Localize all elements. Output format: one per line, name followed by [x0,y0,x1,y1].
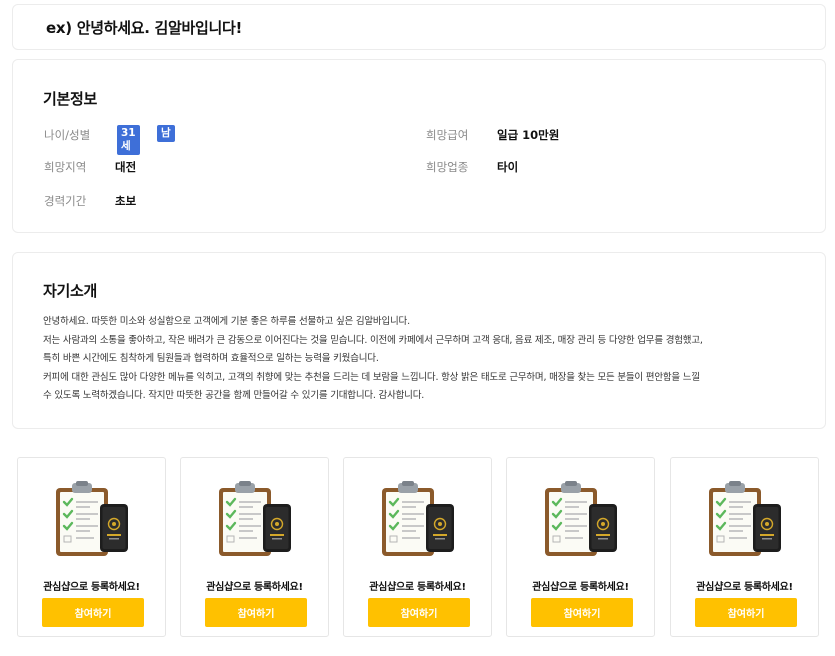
self-intro-line: 특히 바쁜 시간에도 침착하게 팀원들과 협력하며 효율적으로 일하는 능력을 … [43,353,379,364]
age-gender-label: 나이/성별 [44,128,91,142]
self-intro-line: 커피에 대한 관심도 많아 다양한 메뉴를 익히고, 고객의 취향에 맞는 추천… [43,371,700,383]
self-intro-line: 저는 사람과의 소통을 좋아하고, 작은 배려가 큰 감동으로 이어진다는 것을… [43,334,703,346]
promo-text: 관심샵으로 등록하세요! [532,582,629,593]
clipboard-checklist-phone-icon [709,481,781,556]
desired-region-label: 희망지역 [44,160,87,174]
promo-card: 관심샵으로 등록하세요! 참여하기 [670,457,819,637]
desired-pay-value: 일급 10만원 [497,128,560,142]
desired-pay-label: 희망급여 [426,128,469,142]
desired-region-value: 대전 [115,160,137,174]
clipboard-checklist-phone-icon [382,481,454,556]
promo-text: 관심샵으로 등록하세요! [43,582,140,593]
clipboard-checklist-phone-icon [56,481,128,556]
self-intro-title: 자기소개 [43,282,98,300]
headline-card: ex) 안녕하세요. 김알바입니다! [12,4,826,50]
join-button[interactable]: 참여하기 [205,598,307,627]
promo-card: 관심샵으로 등록하세요! 참여하기 [506,457,655,637]
self-intro-line: 수 있도록 노력하겠습니다. 작지만 따뜻한 공간을 함께 만들어갈 수 있기를… [43,390,425,401]
self-intro-body: 안녕하세요. 따뜻한 미소와 성실함으로 고객에게 기분 좋은 하루를 선물하고… [43,313,803,406]
age-badge: 31세 [117,125,140,155]
self-intro-line: 안녕하세요. 따뜻한 미소와 성실함으로 고객에게 기분 좋은 하루를 선물하고… [43,316,410,327]
promo-text: 관심샵으로 등록하세요! [369,582,466,593]
clipboard-checklist-phone-icon [545,481,617,556]
promo-text: 관심샵으로 등록하세요! [206,582,303,593]
join-button[interactable]: 참여하기 [368,598,470,627]
gender-badge: 남 [157,125,175,142]
experience-label: 경력기간 [44,194,87,208]
desired-job-label: 희망업종 [426,160,469,174]
promo-card: 관심샵으로 등록하세요! 참여하기 [343,457,492,637]
promo-card: 관심샵으로 등록하세요! 참여하기 [17,457,166,637]
join-button[interactable]: 참여하기 [695,598,797,627]
basic-info-card: 기본정보 나이/성별 31세 남 희망급여 일급 10만원 희망지역 대전 희망… [12,59,826,233]
promo-text: 관심샵으로 등록하세요! [696,582,793,593]
join-button[interactable]: 참여하기 [531,598,633,627]
self-intro-card: 자기소개 안녕하세요. 따뜻한 미소와 성실함으로 고객에게 기분 좋은 하루를… [12,252,826,429]
experience-value: 초보 [115,194,137,208]
promo-card: 관심샵으로 등록하세요! 참여하기 [180,457,329,637]
basic-info-title: 기본정보 [43,90,98,108]
desired-job-value: 타이 [497,160,519,174]
join-button[interactable]: 참여하기 [42,598,144,627]
headline-text: ex) 안녕하세요. 김알바입니다! [46,19,243,37]
clipboard-checklist-phone-icon [219,481,291,556]
